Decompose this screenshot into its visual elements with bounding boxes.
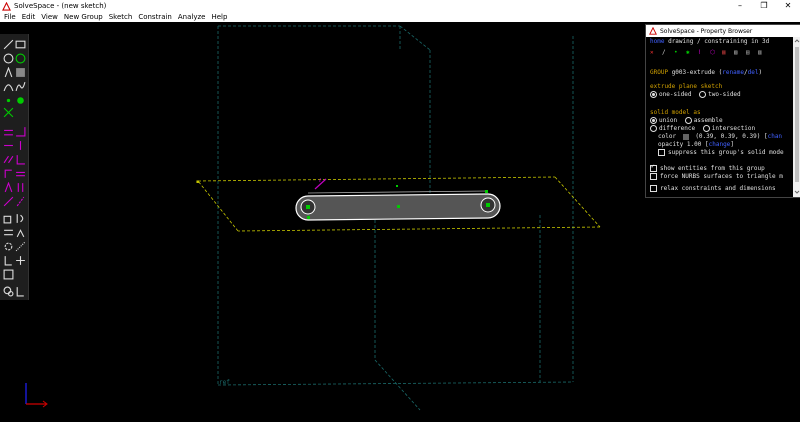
constraint-label: ℓ (318, 178, 321, 184)
constraints-icon[interactable]: ⌇ (698, 49, 707, 58)
parallel-icon[interactable] (3, 154, 14, 165)
workplanes-icon[interactable]: ✱ (686, 49, 695, 58)
scrollbar-arrows (794, 39, 800, 194)
opacity-change-link[interactable]: change (709, 141, 731, 148)
two-sided-radio[interactable] (699, 91, 707, 98)
opacity-value: 1.00 (686, 141, 702, 148)
property-browser-title: SolveSpace - Property Browser (660, 27, 753, 35)
solid-heading: solid model as (650, 109, 701, 116)
menu-sketch[interactable]: Sketch (106, 13, 136, 21)
maximize-button[interactable]: ❐ (752, 0, 776, 12)
workplane-marker: ▪ (196, 179, 199, 185)
extrude-icon[interactable] (3, 213, 14, 224)
relax-constraints-checkbox[interactable] (650, 185, 657, 192)
menu-constrain[interactable]: Constrain (135, 13, 175, 21)
midpoint-icon[interactable] (15, 182, 26, 193)
home-link[interactable]: home (650, 38, 664, 45)
spline-icon[interactable] (15, 81, 26, 92)
angle-icon[interactable] (15, 126, 26, 137)
menu-view[interactable]: View (38, 13, 61, 21)
occluded-icon[interactable]: ▥ (758, 49, 767, 58)
property-browser-body: home drawing / constraining in 3d ✕ / • … (646, 37, 793, 197)
show-entities-checkbox[interactable] (650, 165, 657, 172)
distance-icon[interactable] (3, 126, 14, 137)
force-nurbs-checkbox[interactable] (650, 173, 657, 180)
step-rotate-icon[interactable] (3, 241, 14, 252)
on-entity-icon[interactable] (3, 196, 14, 207)
menu-help[interactable]: Help (208, 13, 230, 21)
split-curves-icon[interactable] (3, 107, 14, 118)
line-icon[interactable] (3, 39, 14, 50)
lathe-icon[interactable] (15, 213, 26, 224)
menu-new-group[interactable]: New Group (61, 13, 106, 21)
visibility-icons-row: ✕ / • ✱ ⌇ ⬡ ▦ ▨ ▤ ▥ (650, 49, 790, 61)
hidden-lines-icon[interactable]: ▤ (746, 49, 755, 58)
close-button[interactable]: ✕ (776, 0, 800, 12)
intersection-radio[interactable] (702, 125, 710, 132)
assemble-radio[interactable] (684, 117, 692, 124)
group-name: g003-extrude (671, 69, 716, 76)
rename-link[interactable]: rename (722, 69, 744, 76)
sheet-icon[interactable] (15, 286, 26, 297)
extrude-heading: extrude plane sketch (650, 83, 723, 90)
helix-icon[interactable] (3, 227, 14, 238)
color-change-link[interactable]: chan (768, 133, 782, 140)
mesh-icon[interactable]: ▦ (722, 49, 731, 58)
equal-icon[interactable] (15, 168, 26, 179)
assembly-icon[interactable] (3, 286, 14, 297)
tangent-icon[interactable] (3, 168, 14, 179)
faces-icon[interactable]: ⬡ (710, 49, 719, 58)
ratio-icon[interactable] (15, 196, 26, 207)
menu-analyze[interactable]: Analyze (175, 13, 209, 21)
edges-icon[interactable]: / (662, 49, 671, 58)
menu-file[interactable]: File (0, 13, 19, 21)
ref-label: ref (219, 379, 230, 386)
menu-bar: File Edit View New Group Sketch Constrai… (0, 12, 800, 22)
step-translate-icon[interactable] (15, 241, 26, 252)
mode-label: drawing / constraining in 3d (668, 38, 770, 45)
window-titlebar: SolveSpace - (new sketch) – ❐ ✕ (0, 0, 800, 12)
points-icon[interactable]: • (674, 49, 683, 58)
revolve-icon[interactable] (15, 227, 26, 238)
menu-edit[interactable]: Edit (19, 13, 39, 21)
text-icon[interactable] (3, 67, 14, 78)
delete-link[interactable]: del (748, 69, 759, 76)
link-file-icon[interactable] (3, 255, 14, 266)
suppress-checkbox[interactable] (658, 149, 665, 156)
union-radio[interactable] (650, 117, 657, 124)
property-browser-titlebar: SolveSpace - Property Browser (646, 25, 800, 37)
outlines-icon[interactable]: ▨ (734, 49, 743, 58)
horizontal-icon[interactable] (3, 140, 14, 151)
one-sided-radio[interactable] (650, 91, 657, 98)
axis-gizmo (25, 383, 48, 408)
arc-icon[interactable] (15, 53, 26, 64)
left-toolbar (0, 34, 29, 300)
property-browser-scrollbar[interactable] (793, 37, 800, 197)
perpendicular-icon[interactable] (15, 154, 26, 165)
tangent-arc-icon[interactable] (3, 81, 14, 92)
construction-icon[interactable] (15, 255, 26, 266)
symmetric-icon[interactable] (3, 182, 14, 193)
nearest-ortho-icon[interactable] (3, 269, 14, 280)
window-title: SolveSpace - (new sketch) (14, 2, 107, 10)
solvespace-app-icon (2, 1, 11, 11)
difference-radio[interactable] (650, 125, 657, 132)
property-browser-window: SolveSpace - Property Browser home drawi… (645, 24, 800, 198)
solvespace-app-icon (649, 27, 657, 35)
color-swatch[interactable] (682, 133, 689, 140)
image-icon[interactable] (15, 67, 26, 78)
vertical-icon[interactable] (15, 140, 26, 151)
rectangle-icon[interactable] (15, 39, 26, 50)
color-value: (0.39, 0.39, 0.39) (695, 133, 761, 140)
point-icon[interactable] (3, 95, 14, 106)
workplane-icon[interactable] (15, 95, 26, 106)
shaded-icon[interactable]: ✕ (650, 49, 659, 58)
minimize-button[interactable]: – (728, 0, 752, 12)
circle-icon[interactable] (3, 53, 14, 64)
